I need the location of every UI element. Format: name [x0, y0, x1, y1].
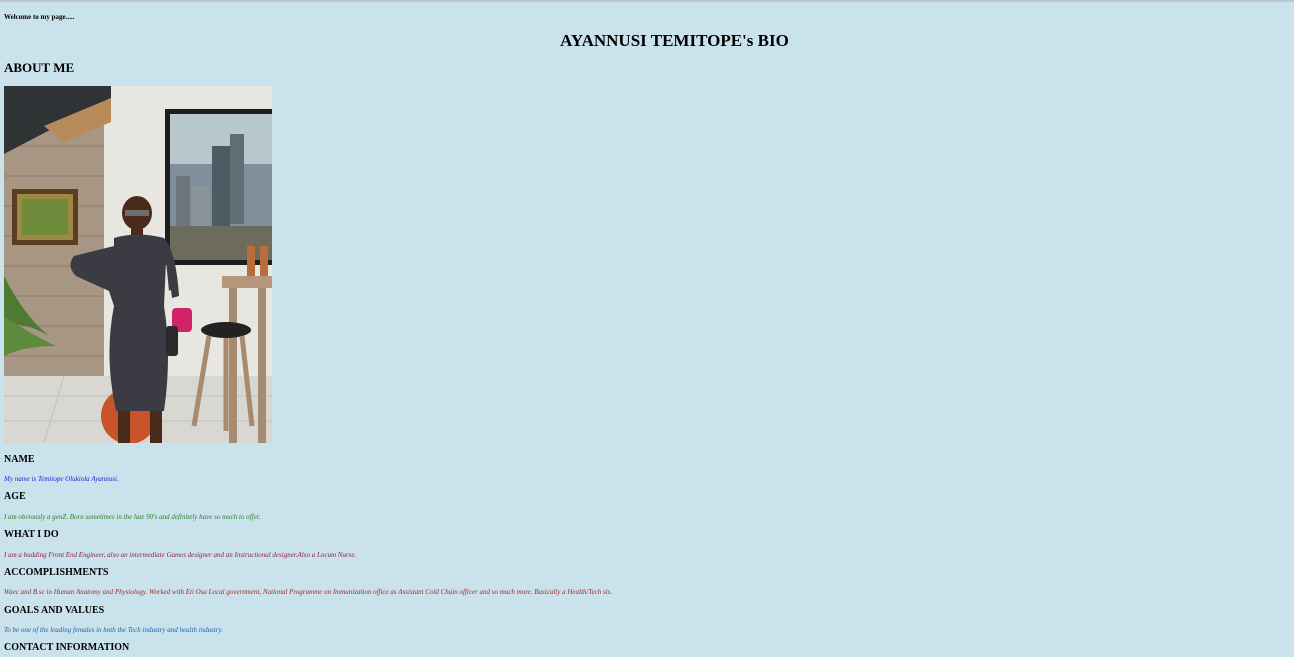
- accomplishments-text: Waec and B.sc in Human Anatomy and Physi…: [4, 588, 613, 596]
- profile-photo: [4, 86, 272, 443]
- name-text: My name is Temitope Olukiola Ayannusi.: [4, 475, 119, 483]
- goals-values-text: To be one of the leading females in both…: [4, 626, 223, 634]
- about-me-heading: ABOUT ME: [4, 60, 75, 75]
- age-heading: AGE: [4, 491, 26, 502]
- page-title: AYANNUSI TEMITOPE's BIO: [560, 31, 789, 50]
- what-i-do-heading: WHAT I DO: [4, 529, 59, 540]
- window-top-border: [0, 0, 1294, 2]
- name-heading: NAME: [4, 454, 35, 465]
- goals-values-heading: GOALS AND VALUES: [4, 605, 105, 616]
- contact-information-heading: CONTACT INFORMATION: [4, 642, 130, 653]
- welcome-text: Welcome to my page.....: [4, 13, 75, 21]
- age-text: I am obviously a genZ. Born sometimes in…: [4, 513, 261, 521]
- what-i-do-text: I am a budding Front End Engineer, also …: [4, 551, 357, 559]
- accomplishments-heading: ACCOMPLISHMENTS: [4, 567, 109, 578]
